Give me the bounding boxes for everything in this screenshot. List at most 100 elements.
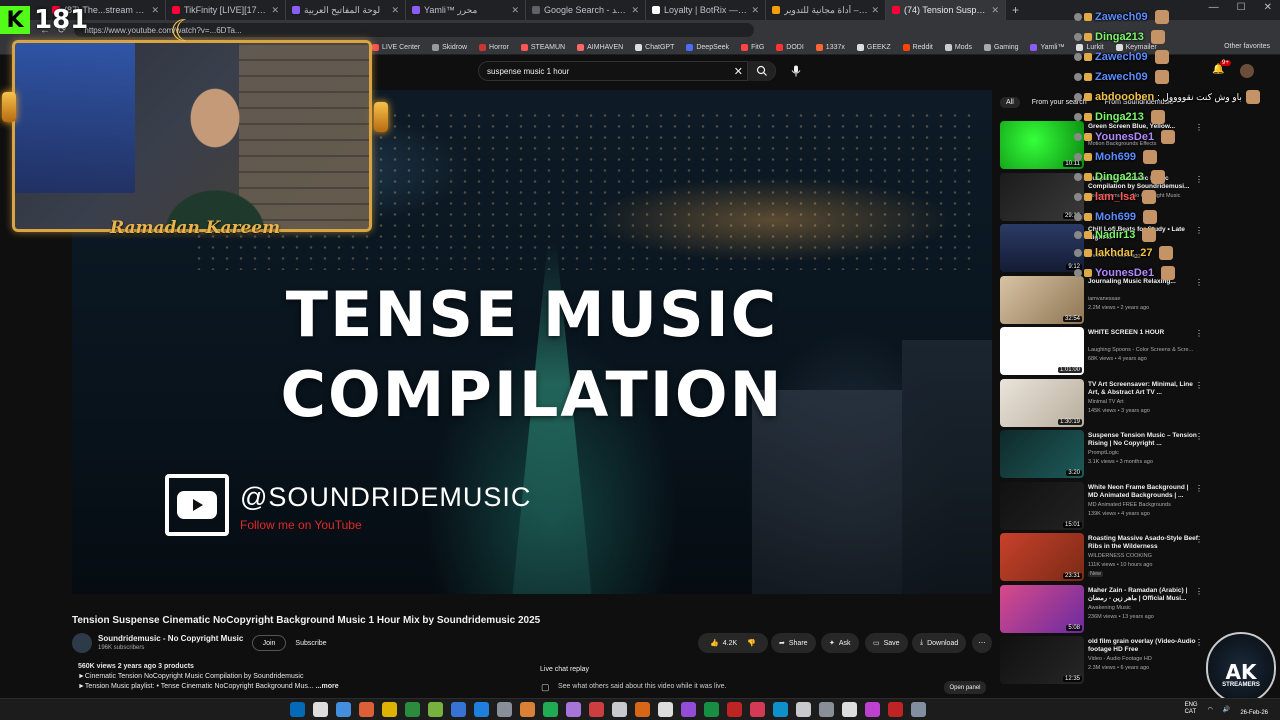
more-options-icon[interactable]: ⋮ [1195,484,1203,493]
recommended-channel[interactable]: Minimal TV Art [1088,399,1200,405]
tab-close-icon[interactable]: ✕ [751,5,759,16]
new-tab-button[interactable]: + [1012,3,1019,17]
more-options-icon[interactable]: ⋮ [1195,432,1203,441]
taskbar-app-icon[interactable] [681,702,696,717]
video-thumbnail[interactable]: 32:54 [1000,275,1084,324]
recommended-video[interactable]: 23:31 Roasting Massive Asado-Style Beef R… [1000,533,1203,583]
video-thumbnail[interactable]: 23:31 [1000,533,1084,581]
recommended-channel[interactable]: Awakening Music [1088,605,1200,611]
taskbar-app-icon[interactable] [612,702,627,717]
taskbar-app-icon[interactable] [359,702,374,717]
like-dislike-group[interactable]: 👍 4.2K 👎 [698,633,768,653]
open-panel-button[interactable]: Open panel [944,681,986,694]
taskbar-app-icon[interactable] [888,702,903,717]
recommended-video[interactable]: 12:35 old film grain overlay (Video-Audio… [1000,636,1203,686]
video-thumbnail[interactable]: 1:01:00 [1000,327,1084,375]
video-thumbnail[interactable]: 5:08 [1000,584,1084,633]
browser-tab[interactable]: Google Search - نبيلات حد✕ [526,0,646,20]
bookmark-item[interactable]: Mods [944,43,972,51]
recommended-channel[interactable]: PromptLogic [1088,450,1200,456]
more-options-icon[interactable]: ⋮ [1195,329,1203,338]
filter-chip[interactable]: All [1000,97,1020,108]
bookmark-item[interactable]: AIMHAVEN [577,43,623,51]
taskbar-app-icon[interactable] [497,702,512,717]
thumbs-down-icon[interactable]: 👎 [747,639,756,647]
bookmark-item[interactable]: Horror [479,43,509,51]
more-options-icon[interactable]: ⋮ [1195,535,1203,544]
wifi-icon[interactable]: ◠ [1208,706,1213,713]
tab-close-icon[interactable]: ✕ [391,5,399,16]
bookmark-item[interactable]: Skidrow [432,43,467,51]
browser-tab[interactable]: لوحة المفاتيح العربية ✕ [286,0,406,20]
recommended-video[interactable]: 1:01:00 WHITE SCREEN 1 HOUR Laughing Spoon… [1000,327,1203,377]
taskbar-app-icon[interactable] [750,702,765,717]
voice-search-button[interactable] [788,63,804,79]
thumbs-up-icon[interactable]: 👍 [710,639,719,647]
volume-icon[interactable]: 🔊 [1223,706,1230,713]
taskbar-app-icon[interactable] [704,702,719,717]
bookmark-item[interactable]: Gaming [983,43,1018,51]
search-input[interactable]: suspense music 1 hour ✕ [478,61,776,81]
recommended-title[interactable]: TV Art Screensaver: Minimal, Line Art, &… [1088,381,1200,397]
taskbar-app-icon[interactable] [566,702,581,717]
taskbar-app-icon[interactable] [635,702,650,717]
bookmark-item[interactable]: STEAMUN [520,43,565,51]
video-thumbnail[interactable]: 1:30:19 [1000,378,1084,427]
taskbar-app-icon[interactable] [589,702,604,717]
more-actions-button[interactable]: ⋯ [972,633,992,653]
tab-close-icon[interactable]: ✕ [271,5,279,16]
clear-search-icon[interactable]: ✕ [734,65,743,78]
tab-close-icon[interactable]: ✕ [631,5,639,16]
tab-close-icon[interactable]: ✕ [511,5,519,16]
taskbar-app-icon[interactable] [773,702,788,717]
taskbar-app-icon[interactable] [842,702,857,717]
recommended-video[interactable]: 3:20 Suspense Tension Music – Tension Ris… [1000,430,1203,480]
bookmark-item[interactable]: Yamli™ [1030,43,1064,51]
recommended-video[interactable]: 1:30:19 TV Art Screensaver: Minimal, Line… [1000,378,1203,429]
recommended-title[interactable]: Suspense Tension Music – Tension Rising … [1088,432,1200,448]
description-box[interactable]: 560K views 2 years ago 3 products ►Cinem… [72,662,532,696]
recommended-channel[interactable]: Video - Audio Footage HD [1088,656,1200,662]
taskbar-app-icon[interactable] [819,702,834,717]
video-thumbnail[interactable]: 9:12 [1000,224,1084,272]
taskbar-app-icon[interactable] [382,702,397,717]
recommended-channel[interactable]: MD Animated FREE Backgrounds [1088,502,1200,508]
taskbar-app-icon[interactable] [428,702,443,717]
taskbar-app-icon[interactable] [405,702,420,717]
ask-button[interactable]: ✦ Ask [821,633,859,653]
recommended-channel[interactable]: Laughing Spoons - Color Screens & Scre..… [1088,347,1200,353]
bookmark-item[interactable]: GEEKZ [856,43,891,51]
more-options-icon[interactable]: ⋮ [1195,587,1203,596]
language-indicator[interactable]: ENG CAT [1185,702,1198,716]
recommended-title[interactable]: Roasting Massive Asado-Style Beef Ribs i… [1088,535,1200,551]
video-thumbnail[interactable]: 15:01 [1000,481,1084,530]
recommended-video[interactable]: 5:08 Maher Zain - Ramadan (Arabic) | ماهر… [1000,584,1203,635]
taskbar-app-icon[interactable] [543,702,558,717]
bookmark-item[interactable]: ChatGPT [635,43,674,51]
save-button[interactable]: ▭ Save [865,633,908,653]
taskbar-app-icon[interactable] [865,702,880,717]
recommended-video[interactable]: 15:01 White Neon Frame Background | MD An… [1000,481,1203,532]
bookmark-item[interactable]: DeepSeek [686,43,729,51]
more-options-icon[interactable]: ⋮ [1195,638,1203,647]
bookmark-item[interactable]: FitG [741,43,764,51]
join-button[interactable]: Join [252,635,286,651]
show-more-link[interactable]: ...more [316,683,339,690]
bookmark-item[interactable]: Reddit [902,43,933,51]
channel-avatar[interactable] [72,633,92,653]
channel-name[interactable]: Soundridemusic - No Copyright Music [98,634,243,643]
browser-tab[interactable]: عجلة الحظ – أداة مجانية للتدوير✕ [766,0,886,20]
tab-close-icon[interactable]: ✕ [871,5,879,16]
bookmark-item[interactable]: DODI [776,43,804,51]
taskbar-app-icon[interactable] [658,702,673,717]
bookmark-item[interactable]: LIVE Center [372,43,420,51]
recommended-title[interactable]: WHITE SCREEN 1 HOUR [1088,329,1200,337]
browser-tab[interactable]: Yamli™ محرر ✕ [406,0,526,20]
search-button[interactable] [747,61,775,81]
subscribe-button[interactable]: Subscribe [292,635,330,651]
video-thumbnail[interactable]: 29:16 [1000,172,1084,221]
video-thumbnail[interactable]: 12:35 [1000,636,1084,684]
browser-tab[interactable]: Loyalty | BotRix — Cloud Streaming✕ [646,0,766,20]
bookmark-item[interactable]: 1337x [815,43,845,51]
share-button[interactable]: ➦ Share [771,633,816,653]
